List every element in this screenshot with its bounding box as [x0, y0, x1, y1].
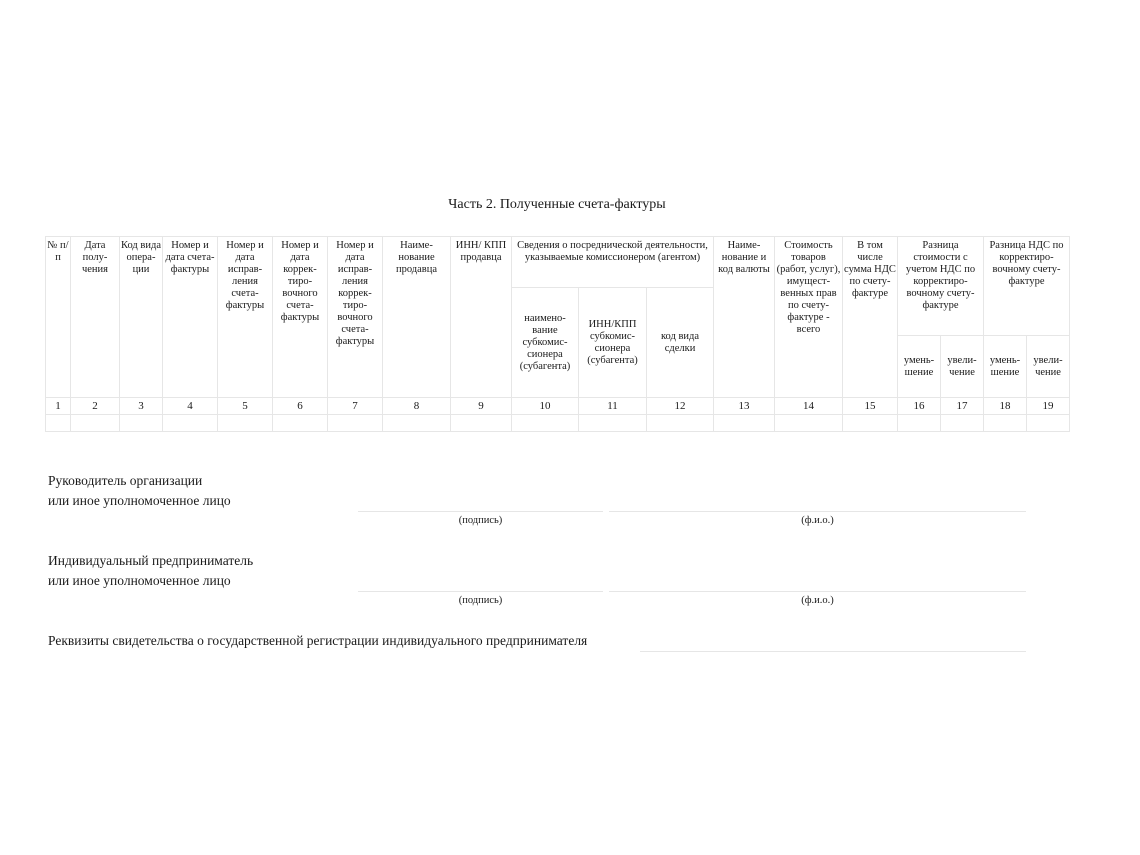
table-cell[interactable]: [983, 414, 1027, 432]
header-intermediary-group: Сведения о посреднической деятельности, …: [511, 236, 714, 288]
table-cell[interactable]: [382, 414, 451, 432]
column-number-cell: 10: [511, 397, 579, 415]
header-vat-decrease: умень-шение: [983, 335, 1027, 398]
column-number-row: 1 2 3 4 5 6 7 8 9 10 11 12 13 14 15 16 17 18 19: [45, 397, 1070, 415]
registration-label: Реквизиты свидетельства о государственно…: [48, 633, 588, 648]
column-number-cell: 2: [70, 397, 120, 415]
column-number-cell: 5: [217, 397, 273, 415]
head-label-line1: Руководитель организации: [48, 473, 203, 488]
column-number-cell: 1: [45, 397, 71, 415]
head-label-line2: или иное уполномоченное лицо: [48, 493, 231, 508]
column-number-cell: 6: [272, 397, 328, 415]
entrepreneur-label-line2: или иное уполномоченное лицо: [48, 573, 231, 588]
entrepreneur-label-line1: Индивидуальный предприниматель: [48, 553, 254, 568]
header-cost-increase: увели-чение: [940, 335, 984, 398]
header-invoice-number-date: Номер и дата счета-фактуры: [162, 236, 218, 398]
column-number-cell: 14: [774, 397, 843, 415]
column-number-cell: 12: [646, 397, 714, 415]
table-cell[interactable]: [162, 414, 218, 432]
column-number-cell: 19: [1026, 397, 1070, 415]
registration-field[interactable]: [640, 651, 1026, 652]
header-subagent-name: наимено-вание субкомис-сионера (субагент…: [511, 287, 579, 398]
invoice-table: № п/п Дата полу-чения Код вида опера-ции…: [45, 236, 1070, 432]
header-row-number: № п/п: [45, 236, 71, 398]
column-number-cell: 11: [578, 397, 647, 415]
table-cell[interactable]: [119, 414, 163, 432]
header-vat-difference-group: Разница НДС по корректиро-вочному счету-…: [983, 236, 1070, 336]
header-deal-type-code: код вида сделки: [646, 287, 714, 398]
header-total-cost: Стоимость товаров (работ, услуг), имущес…: [774, 236, 843, 398]
header-receipt-date: Дата полу-чения: [70, 236, 120, 398]
table-cell[interactable]: [217, 414, 273, 432]
table-cell[interactable]: [272, 414, 328, 432]
table-cell[interactable]: [842, 414, 898, 432]
head-signature-caption: (подпись): [458, 515, 503, 526]
header-vat-amount: В том числе сумма НДС по счету-фактуре: [842, 236, 898, 398]
column-number-cell: 9: [450, 397, 512, 415]
header-adjustment-invoice: Номер и дата коррек-тиро-вочного счета-ф…: [272, 236, 328, 398]
header-cost-decrease: умень-шение: [897, 335, 941, 398]
page-title: Часть 2. Полученные счета-фактуры: [448, 197, 666, 212]
head-name-caption: (ф.и.о.): [801, 515, 834, 526]
entrepreneur-signature-caption: (подпись): [458, 595, 503, 606]
header-currency: Наиме-нование и код валюты: [713, 236, 775, 398]
header-operation-code: Код вида опера-ции: [119, 236, 163, 398]
column-number-cell: 15: [842, 397, 898, 415]
header-seller-name: Наиме-нование продавца: [382, 236, 451, 398]
table-cell[interactable]: [774, 414, 843, 432]
column-number-cell: 3: [119, 397, 163, 415]
table-cell[interactable]: [45, 414, 71, 432]
column-number-cell: 7: [327, 397, 383, 415]
column-number-cell: 16: [897, 397, 941, 415]
head-signature-field[interactable]: [358, 511, 603, 512]
table-cell[interactable]: [646, 414, 714, 432]
entrepreneur-name-caption: (ф.и.о.): [801, 595, 834, 606]
column-number-cell: 18: [983, 397, 1027, 415]
header-cost-difference-group: Разница стоимости с учетом НДС по коррек…: [897, 236, 984, 336]
column-number-cell: 13: [713, 397, 775, 415]
table-cell[interactable]: [450, 414, 512, 432]
header-subagent-inn-kpp: ИНН/КПП субкомис-сионера (субагента): [578, 287, 647, 398]
table-cell[interactable]: [70, 414, 120, 432]
table-cell[interactable]: [511, 414, 579, 432]
table-cell[interactable]: [897, 414, 941, 432]
entrepreneur-signature-field[interactable]: [358, 591, 603, 592]
header-seller-inn-kpp: ИНН/ КПП продавца: [450, 236, 512, 398]
table-cell[interactable]: [578, 414, 647, 432]
table-cell[interactable]: [1026, 414, 1070, 432]
header-adjustment-correction: Номер и дата исправ-ления коррек-тиро-во…: [327, 236, 383, 398]
column-number-cell: 17: [940, 397, 984, 415]
table-cell[interactable]: [940, 414, 984, 432]
header-vat-increase: увели-чение: [1026, 335, 1070, 398]
table-row: [45, 414, 1070, 432]
table-cell[interactable]: [713, 414, 775, 432]
header-invoice-correction: Номер и дата исправ-ления счета-фактуры: [217, 236, 273, 398]
entrepreneur-name-field[interactable]: [609, 591, 1026, 592]
table-cell[interactable]: [327, 414, 383, 432]
column-number-cell: 4: [162, 397, 218, 415]
head-name-field[interactable]: [609, 511, 1026, 512]
column-number-cell: 8: [382, 397, 451, 415]
